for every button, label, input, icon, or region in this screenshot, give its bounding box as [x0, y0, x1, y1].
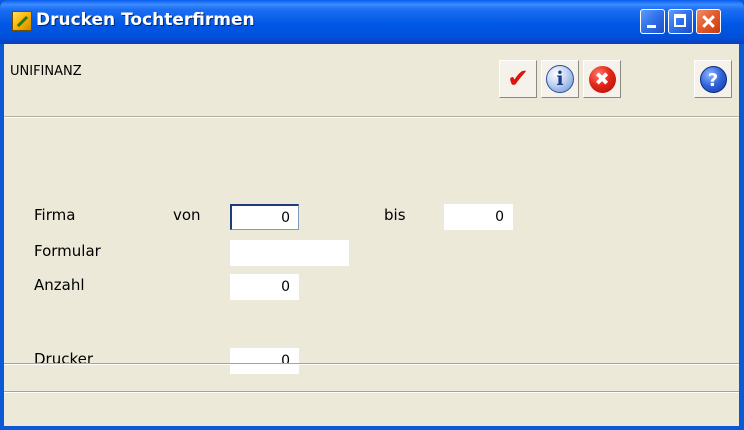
drucker-label: Drucker — [34, 350, 94, 368]
anzahl-label: Anzahl — [34, 276, 85, 294]
firma-label: Firma — [34, 206, 76, 224]
firma-bis-field[interactable]: 0 — [444, 204, 513, 230]
app-icon[interactable] — [12, 11, 32, 31]
drucker-field[interactable]: 0 — [230, 348, 299, 374]
formular-label: Formular — [34, 242, 101, 260]
title-bar[interactable]: Drucken Tochterfirmen — [0, 0, 744, 44]
anzahl-field[interactable]: 0 — [230, 274, 299, 300]
status-separator-top — [4, 363, 739, 365]
status-separator-bottom — [4, 391, 739, 393]
cancel-button[interactable]: ✖ — [583, 60, 621, 98]
window-title: Drucken Tochterfirmen — [36, 10, 255, 30]
company-name: UNIFINANZ — [10, 64, 82, 79]
von-label: von — [173, 206, 201, 224]
maximize-button[interactable] — [668, 9, 693, 34]
firma-von-field[interactable]: 0 — [230, 204, 299, 230]
close-button[interactable] — [696, 9, 721, 34]
toolbar: UNIFINANZ ✔ i ✖ ? — [4, 44, 739, 117]
bis-label: bis — [384, 206, 406, 224]
formular-field[interactable] — [230, 240, 349, 266]
client-area: UNIFINANZ ✔ i ✖ ? Firma von 0 bis 0 Form… — [4, 44, 739, 426]
info-button[interactable]: i — [541, 60, 579, 98]
checkmark-icon: ✔ — [507, 64, 529, 94]
minimize-button[interactable] — [640, 9, 665, 34]
cancel-icon: ✖ — [588, 65, 616, 93]
info-icon: i — [546, 65, 574, 93]
help-button[interactable]: ? — [694, 60, 732, 98]
ok-button[interactable]: ✔ — [499, 60, 537, 98]
form-area: Firma von 0 bis 0 Formular Anzahl 0 Druc… — [4, 117, 739, 374]
help-icon: ? — [699, 65, 727, 93]
app-window: Drucken Tochterfirmen UNIFINANZ ✔ i ✖ ? … — [0, 0, 744, 430]
